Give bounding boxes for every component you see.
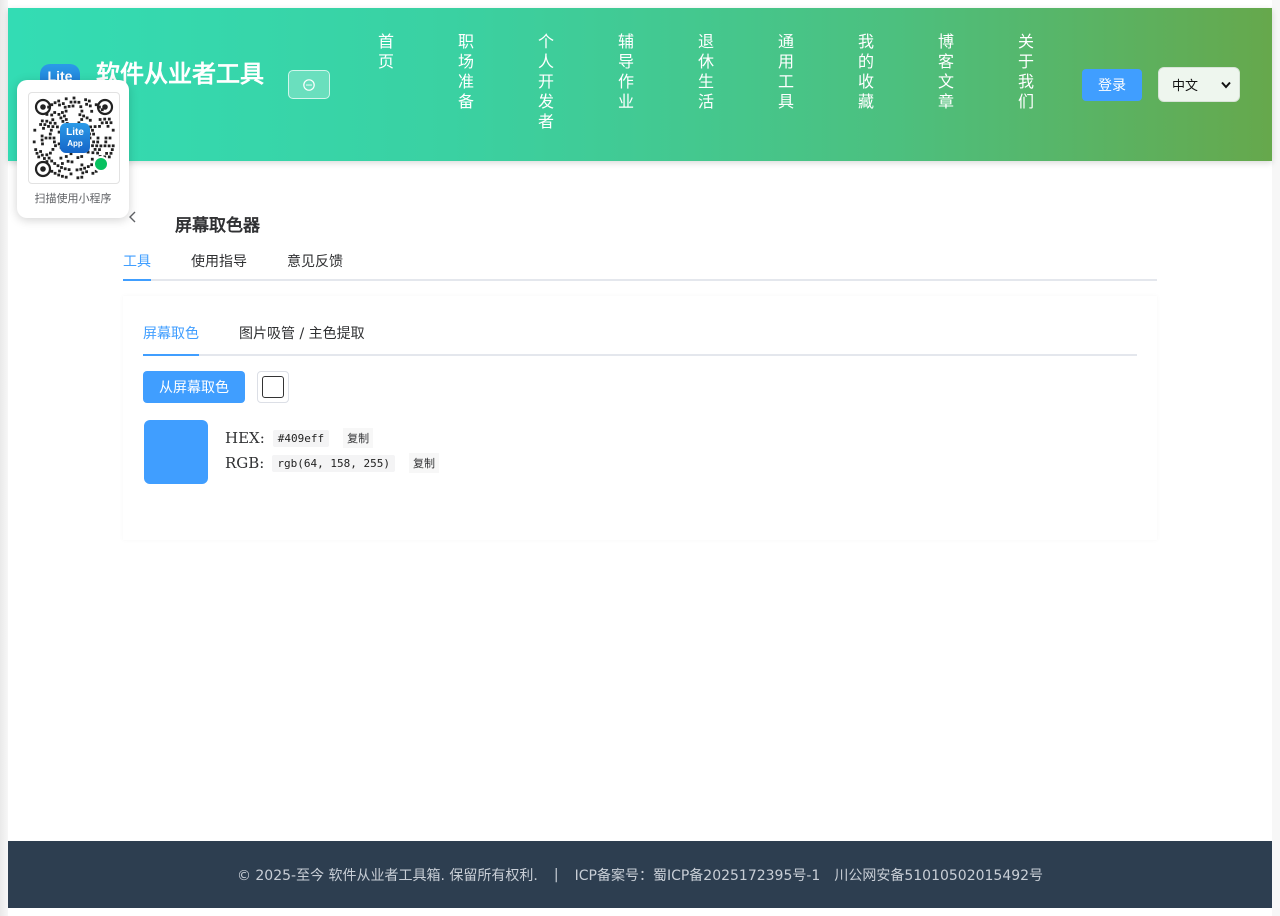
page: Lite 软件从业者工具 首页 职场准备 个人开发者 辅导作业 退休生活 通用工… <box>8 8 1272 908</box>
site-footer: © 2025-至今 软件从业者工具箱. 保留所有权利. | ICP备案号：蜀IC… <box>8 841 1272 908</box>
tab-feedback[interactable]: 意见反馈 <box>287 252 343 279</box>
login-button[interactable]: 登录 <box>1082 69 1142 101</box>
nav-item-retirement[interactable]: 退休生活 <box>696 32 716 112</box>
miniprogram-qr-popup: Lite App 扫描使用小程序 <box>17 80 129 218</box>
right-gutter <box>1272 0 1280 916</box>
qr-badge-top: Lite <box>66 127 84 138</box>
pick-from-screen-button[interactable]: 从屏幕取色 <box>143 371 245 403</box>
nav-item-general-tools[interactable]: 通用工具 <box>776 32 796 112</box>
current-color-swatch <box>144 420 208 484</box>
page-title: 屏幕取色器 <box>175 216 260 236</box>
qr-caption: 扫描使用小程序 <box>34 192 112 205</box>
nav-item-blog[interactable]: 博客文章 <box>936 32 956 112</box>
copy-hex-button[interactable]: 复制 <box>343 428 374 448</box>
nav-item-career[interactable]: 职场准备 <box>456 32 476 112</box>
tab-screen-picker[interactable]: 屏幕取色 <box>143 324 199 356</box>
language-selected: 中文 <box>1172 79 1199 94</box>
rgb-label: RGB: <box>225 454 265 472</box>
footer-icp[interactable]: ICP备案号：蜀ICP备2025172395号-1 <box>575 865 821 885</box>
color-picker-swatch <box>262 376 284 398</box>
wechat-miniprogram-icon <box>93 156 109 172</box>
copy-rgb-button[interactable]: 复制 <box>408 453 439 473</box>
nav-item-home[interactable]: 首页 <box>376 32 396 72</box>
footer-police[interactable]: 川公网安备51010502015492号 <box>834 865 1043 885</box>
qr-app-badge: Lite App <box>60 123 90 153</box>
footer-copyright: © 2025-至今 软件从业者工具箱. 保留所有权利. <box>236 867 538 884</box>
tool-tabs: 屏幕取色 图片吸管 / 主色提取 <box>143 324 1137 356</box>
rgb-row: RGB: rgb(64, 158, 255) 复制 <box>225 453 439 473</box>
qr-code: Lite App <box>28 92 120 184</box>
chat-bubble-icon <box>303 78 315 91</box>
tab-image-eyedropper[interactable]: 图片吸管 / 主色提取 <box>239 324 365 351</box>
feedback-chat-button[interactable] <box>288 70 330 99</box>
tool-card: 屏幕取色 图片吸管 / 主色提取 从屏幕取色 HEX: #409eff 复制 R… <box>123 296 1157 540</box>
nav-item-favorites[interactable]: 我的收藏 <box>856 32 876 112</box>
hex-row: HEX: #409eff 复制 <box>225 428 374 448</box>
hex-value: #409eff <box>272 429 330 447</box>
left-scroll-gutter <box>0 0 8 916</box>
qr-badge-bottom: App <box>67 139 83 148</box>
hex-label: HEX: <box>225 429 265 447</box>
rgb-value: rgb(64, 158, 255) <box>272 454 395 472</box>
site-header: Lite 软件从业者工具 首页 职场准备 个人开发者 辅导作业 退休生活 通用工… <box>8 8 1272 161</box>
tab-guide[interactable]: 使用指导 <box>191 252 247 279</box>
footer-separator: | <box>553 866 559 883</box>
main-tabs: 工具 使用指导 意见反馈 <box>123 252 1157 281</box>
color-picker-input[interactable] <box>257 371 289 403</box>
nav-item-homework[interactable]: 辅导作业 <box>616 32 636 112</box>
chevron-down-icon <box>1221 81 1231 89</box>
nav-item-indie-dev[interactable]: 个人开发者 <box>536 32 556 132</box>
language-select[interactable]: 中文 <box>1158 67 1240 102</box>
tab-tool[interactable]: 工具 <box>123 252 151 281</box>
nav-item-about[interactable]: 关于我们 <box>1016 32 1036 112</box>
